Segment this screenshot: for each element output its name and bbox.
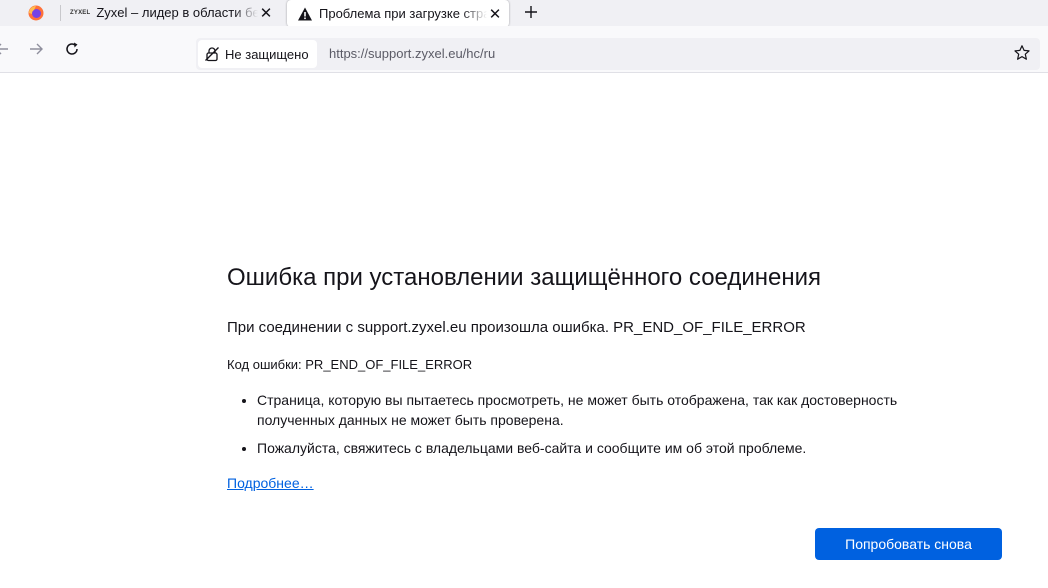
tab-error-page[interactable]: Проблема при загрузке страницы ✕ [287, 0, 509, 27]
error-details-list: Страница, которую вы пытаетесь просмотре… [227, 390, 967, 458]
reload-button[interactable] [62, 39, 82, 59]
error-page: Ошибка при установлении защищённого соед… [227, 262, 967, 493]
arrow-right-icon [30, 43, 43, 55]
try-again-button[interactable]: Попробовать снова [815, 528, 1002, 560]
back-button[interactable] [0, 39, 12, 59]
tab-title: Zyxel – лидер в области безопасности [96, 5, 258, 20]
url-bar[interactable]: Не защищено https://support.zyxel.eu/hc/… [196, 38, 1040, 70]
bookmark-star-icon[interactable] [1013, 44, 1031, 62]
arrow-left-icon [0, 43, 8, 55]
list-item: Пожалуйста, свяжитесь с владельцами веб-… [257, 438, 967, 458]
security-label: Не защищено [225, 46, 309, 62]
tab-zyxel[interactable]: ZYXEL Zyxel – лидер в области безопаснос… [62, 0, 280, 25]
error-code: Код ошибки: PR_END_OF_FILE_ERROR [227, 357, 473, 372]
lock-insecure-icon [205, 47, 219, 62]
list-item: Страница, которую вы пытаетесь просмотре… [257, 390, 967, 430]
warning-icon [298, 7, 312, 20]
error-short-description: При соединении с support.zyxel.eu произо… [227, 319, 806, 336]
navigation-toolbar: Не защищено https://support.zyxel.eu/hc/… [0, 26, 1048, 73]
close-icon[interactable]: ✕ [487, 6, 503, 23]
learn-more-link[interactable]: Подробнее… [227, 475, 314, 491]
forward-button[interactable] [26, 39, 46, 59]
tab-pinned-firefox[interactable] [14, 0, 58, 25]
plus-icon [525, 6, 537, 18]
tab-divider [60, 5, 61, 21]
tab-strip: ZYXEL Zyxel – лидер в области безопаснос… [0, 0, 1048, 27]
zyxel-favicon: ZYXEL [70, 9, 91, 16]
reload-icon [66, 42, 78, 55]
error-title: Ошибка при установлении защищённого соед… [227, 264, 822, 291]
firefox-icon [28, 5, 44, 20]
url-text[interactable]: https://support.zyxel.eu/hc/ru [329, 46, 495, 61]
close-icon[interactable]: ✕ [258, 5, 274, 22]
tab-title: Проблема при загрузке страницы [319, 6, 487, 21]
site-identity-button[interactable]: Не защищено [198, 40, 317, 68]
new-tab-button[interactable] [521, 2, 541, 22]
